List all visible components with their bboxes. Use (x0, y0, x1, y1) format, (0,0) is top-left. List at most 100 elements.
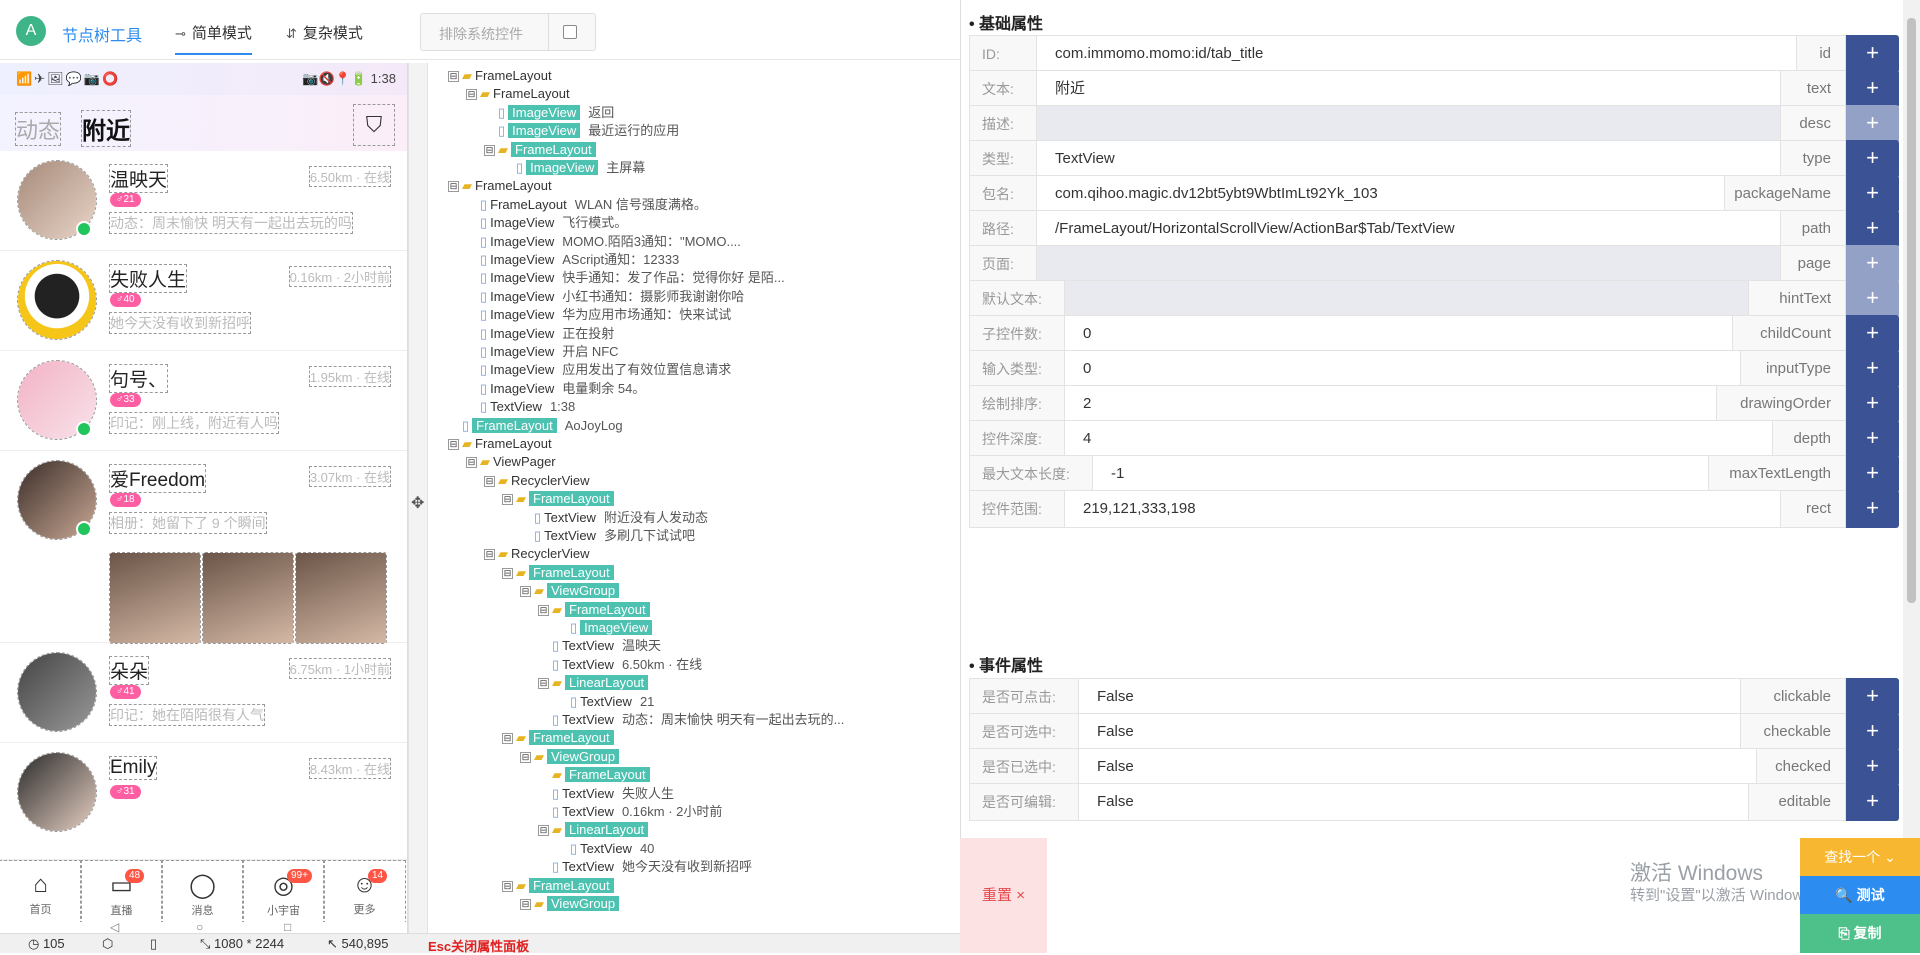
recents-icon[interactable]: □ (284, 920, 291, 933)
tree-node[interactable]: ⊟ ▰ FrameLayout (538, 601, 650, 618)
tree-node[interactable]: ⊟ ▰ FrameLayout (484, 141, 596, 158)
tree-node[interactable]: ▯ ImageView AScript通知：12333 (466, 251, 679, 268)
expand-toggle-icon[interactable]: ⊟ (538, 604, 549, 616)
tree-node[interactable]: ▯ TextView 6.50km · 在线 (538, 656, 702, 673)
tab-dongtai[interactable]: 动态 (14, 112, 62, 146)
tree-node[interactable]: ⊟ ▰ RecyclerView (484, 472, 590, 489)
add-condition-button[interactable]: + (1846, 678, 1899, 716)
device-screen-preview[interactable]: 📶✈🖼💬📷⭕ 📷🔇📍🔋 1:38 动态 附近 ⛉ 温映天 6.50km · 在线… (0, 63, 408, 933)
expand-toggle-icon[interactable]: ⊟ (484, 475, 495, 487)
expand-toggle-icon[interactable]: ⊟ (502, 733, 513, 745)
exclude-checkbox[interactable] (563, 25, 577, 39)
add-condition-button[interactable]: + (1846, 315, 1899, 353)
home-circle-icon[interactable]: ○ (196, 920, 203, 933)
property-value[interactable]: /FrameLayout/HorizontalScrollView/Action… (1037, 210, 1780, 248)
tree-node[interactable]: ⊟ ▰ ViewGroup (520, 748, 620, 765)
tree-node[interactable]: ▯ ImageView 电量剩余 54。 (466, 380, 645, 397)
add-condition-button[interactable]: + (1846, 385, 1899, 423)
nav-more[interactable]: ☺ 14 更多 (323, 860, 406, 924)
tree-node[interactable]: ⊟ ▰ FrameLayout (448, 177, 552, 194)
tree-node[interactable]: ⊟ ▰ FrameLayout (502, 877, 614, 894)
tree-node[interactable]: ▯ TextView 0.16km · 2小时前 (538, 803, 722, 820)
expand-toggle-icon[interactable]: ⊟ (538, 825, 549, 837)
property-value[interactable]: com.qihoo.magic.dv12bt5ybt9WbtImLt92Yk_1… (1037, 175, 1724, 213)
expand-toggle-icon[interactable]: ⊟ (520, 751, 531, 763)
nav-home[interactable]: ⌂ 首页 (0, 860, 82, 924)
list-item[interactable]: 爱Freedom 3.07km · 在线 ♂18 相册：她留下了 9 个瞬间 (0, 451, 407, 644)
resize-handle[interactable]: ✥ (408, 63, 428, 933)
tree-node[interactable]: ▯ TextView 多刷几下试试吧 (520, 527, 695, 544)
tree-node[interactable]: ▯ ImageView 正在投射 (466, 325, 614, 342)
list-item[interactable]: 失败人生 0.16km · 2小时前 ♂40 她今天没有收到新招呼 (0, 251, 407, 351)
list-item[interactable]: 句号、 1.95km · 在线 ♂33 印记：刚上线，附近有人吗 (0, 351, 407, 451)
tree-node[interactable]: ▯ ImageView 应用发出了有效位置信息请求 (466, 361, 731, 378)
tree-node[interactable]: ▯ FrameLayout WLAN 信号强度满格。 (466, 196, 707, 213)
tree-node[interactable]: ▯ ImageView 返回 (484, 104, 614, 121)
tab-fujin[interactable]: 附近 (81, 110, 131, 147)
property-value[interactable]: False (1079, 748, 1756, 786)
tree-node[interactable]: ▯ ImageView 快手通知：发了作品：觉得你好 是陌... (466, 269, 785, 286)
property-value[interactable]: 4 (1065, 420, 1772, 458)
add-condition-button[interactable]: + (1846, 140, 1899, 178)
tree-node[interactable]: ▯ TextView 1:38 (466, 398, 575, 415)
tree-node[interactable]: ⊟ ▰ FrameLayout (502, 490, 614, 507)
nav-message[interactable]: ◯ 消息 (161, 860, 244, 924)
property-value[interactable] (1037, 245, 1780, 283)
add-condition-button[interactable]: + (1846, 713, 1899, 751)
expand-toggle-icon[interactable]: ⊟ (520, 899, 531, 911)
nav-planet[interactable]: ◎ 99+ 小宇宙 (242, 860, 325, 924)
property-value[interactable]: TextView (1037, 140, 1780, 178)
tab-complex-mode[interactable]: ⇵ 复杂模式 (286, 22, 363, 43)
add-condition-button[interactable]: + (1846, 783, 1899, 821)
property-value[interactable]: False (1079, 678, 1740, 716)
expand-toggle-icon[interactable]: ⊟ (448, 181, 459, 193)
avatar[interactable] (17, 752, 97, 832)
tree-node[interactable]: ▰ FrameLayout (538, 766, 650, 783)
add-condition-button[interactable]: + (1846, 455, 1899, 493)
add-condition-button[interactable]: + (1846, 70, 1899, 108)
tree-node[interactable]: ⊟ ▰ ViewGroup (520, 895, 620, 912)
tree-node[interactable]: ▯ ImageView 最近运行的应用 (484, 122, 679, 139)
avatar[interactable] (17, 652, 97, 732)
tree-node[interactable]: ▯ ImageView 主屏幕 (502, 159, 645, 176)
tab-simple-mode[interactable]: ⊸ 简单模式 (175, 22, 252, 55)
property-value[interactable]: False (1079, 783, 1748, 821)
tree-node[interactable]: ▯ TextView 温映天 (538, 637, 661, 654)
expand-toggle-icon[interactable]: ⊟ (448, 439, 459, 451)
test-button[interactable]: 🔍 测试 (1800, 876, 1920, 914)
tree-node[interactable]: ⊟ ▰ ViewPager (466, 453, 556, 470)
expand-toggle-icon[interactable]: ⊟ (520, 586, 531, 598)
expand-toggle-icon[interactable]: ⊟ (484, 549, 495, 561)
tree-node[interactable]: ▯ TextView 她今天没有收到新招呼 (538, 858, 752, 875)
property-value[interactable]: 附近 (1037, 70, 1780, 108)
property-value[interactable]: com.immomo.momo:id/tab_title (1037, 35, 1796, 73)
properties-scrollbar[interactable] (1903, 0, 1920, 838)
scrollbar-thumb[interactable] (1907, 18, 1916, 603)
reset-button[interactable]: 重置 × (960, 838, 1047, 953)
tree-node[interactable]: ▯ TextView 失败人生 (538, 785, 674, 802)
add-condition-button[interactable]: + (1846, 280, 1899, 318)
back-icon[interactable]: ◁ (110, 920, 119, 933)
tree-node[interactable]: ▯ ImageView 小红书通知：摄影师我谢谢你哈 (466, 288, 744, 305)
album-photo[interactable] (295, 552, 387, 644)
tree-node[interactable]: ⊟ ▰ LinearLayout (538, 821, 649, 838)
add-condition-button[interactable]: + (1846, 245, 1899, 283)
expand-toggle-icon[interactable]: ⊟ (502, 567, 513, 579)
add-condition-button[interactable]: + (1846, 35, 1899, 73)
property-value[interactable] (1037, 105, 1780, 143)
tree-node[interactable]: ▯ ImageView 飞行模式。 (466, 214, 627, 231)
tree-node[interactable]: ▯ ImageView MOMO.陌陌3通知："MOMO.... (466, 233, 741, 250)
property-value[interactable]: 0 (1065, 350, 1740, 388)
nav-live[interactable]: ▭ 48 直播 (80, 860, 163, 924)
add-condition-button[interactable]: + (1846, 748, 1899, 786)
tree-node[interactable]: ⊟ ▰ ViewGroup (520, 582, 620, 599)
album-photo[interactable] (109, 552, 201, 644)
expand-toggle-icon[interactable]: ⊟ (448, 71, 459, 83)
list-item[interactable]: 朵朵 6.75km · 1小时前 ♂41 印记：她在陌陌很有人气 (0, 643, 407, 743)
add-condition-button[interactable]: + (1846, 420, 1899, 458)
album-photo[interactable] (202, 552, 294, 644)
property-value[interactable]: -1 (1093, 455, 1708, 493)
tree-node[interactable]: ▯ TextView 动态：周末愉快 明天有一起出去玩的... (538, 711, 844, 728)
expand-toggle-icon[interactable]: ⊟ (538, 678, 549, 690)
property-value[interactable]: 2 (1065, 385, 1716, 423)
